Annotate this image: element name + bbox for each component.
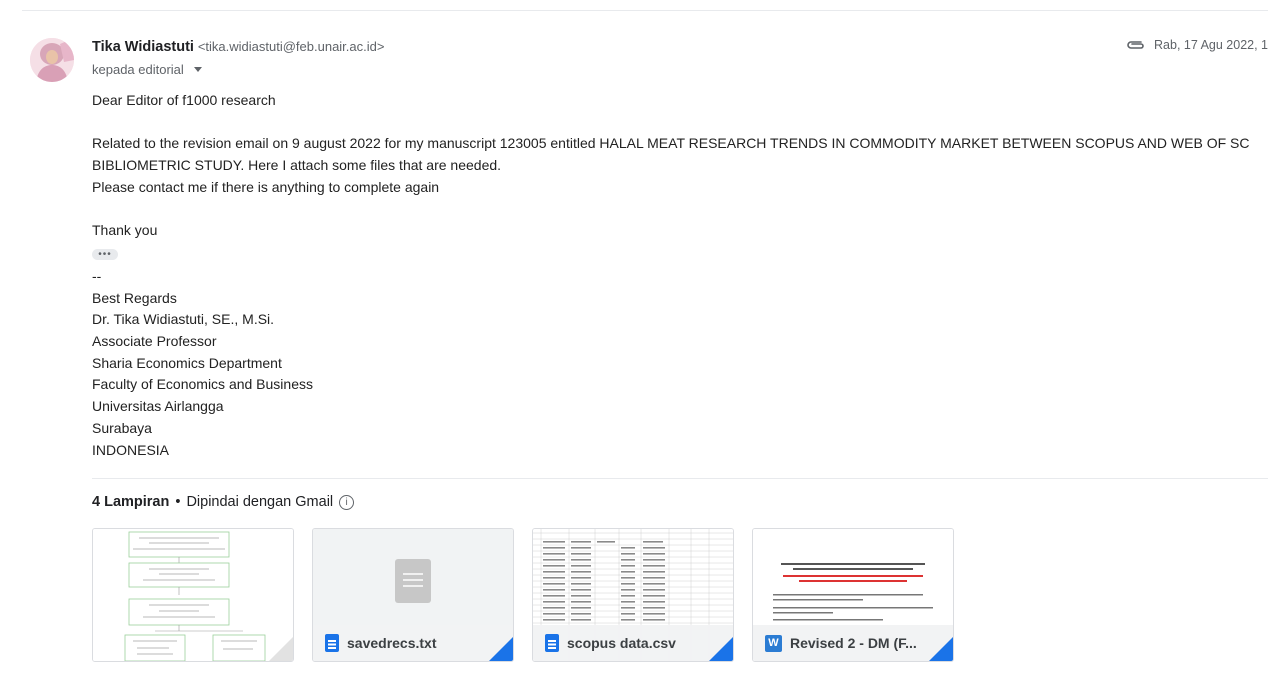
signature-line: Associate Professor [92,333,217,349]
attachment-filename: Revised 2 - DM (F... [790,635,917,651]
signature-line: Faculty of Economics and Business [92,376,313,393]
corner-fold [709,637,733,661]
info-icon[interactable]: i [339,494,355,510]
attachments-header: 4 Lampiran • Dipindai dengan Gmail i [92,494,355,510]
attachment-card[interactable]: W Revised 2 - DM (F... [752,528,954,662]
signature-line: Surabaya [92,419,152,436]
corner-fold [929,637,953,661]
body-line-3: Please contact me if there is anything t… [92,178,440,195]
attachment-filename: savedrecs.txt [347,635,437,651]
signature-line: INDONESIA [92,441,170,458]
attachment-label: W Revised 2 - DM (F... [753,625,953,661]
date-area: Rab, 17 Agu 2022, 1 [1126,38,1268,52]
attachment-card[interactable]: scopus data.csv [532,528,734,662]
greeting: Dear Editor of f1000 research [92,92,276,108]
signature-dash: -- [92,267,102,284]
signature-line: Dr. Tika Widiastuti, SE., M.Si. [92,311,275,328]
attachment-label: savedrecs.txt [313,625,513,661]
sender-line: Tika Widiastuti <tika.widiastuti@feb.una… [92,38,384,55]
attachments-divider [92,478,1268,479]
recipient-label: kepada editorial [92,62,184,77]
scanned-label: Dipindai dengan Gmail [186,494,334,510]
google-doc-icon [545,634,559,652]
chevron-down-icon[interactable] [193,67,202,72]
word-icon: W [765,634,782,652]
attachment-label: scopus data.csv [533,625,733,661]
attachment-count: 4 Lampiran [92,494,170,510]
top-divider [22,10,1268,11]
sender-email: <tika.widiastuti@feb.unair.ac.id> [197,39,385,54]
recipient-line[interactable]: kepada editorial [92,62,202,77]
show-trimmed-button[interactable]: ••• [92,248,118,260]
signature-line: Best Regards [92,289,177,306]
corner-fold [269,637,293,661]
separator-bullet: • [175,494,181,510]
attachment-card[interactable]: savedrecs.txt [312,528,514,662]
attachments-list: savedrecs.txt scopus data.csv W Revised … [92,528,954,662]
signature-line: Sharia Economics Department [92,354,282,371]
corner-fold [489,637,513,661]
body-line-2: BIBLIOMETRIC STUDY. Here I attach some f… [92,157,502,174]
message-date: Rab, 17 Agu 2022, 1 [1154,38,1268,52]
attachment-card[interactable] [92,528,294,662]
google-doc-icon [325,634,339,652]
attachment-filename: scopus data.csv [567,635,676,651]
document-icon [395,559,431,603]
message-body: Dear Editor of f1000 research Related to… [92,90,1268,461]
body-line-1: Related to the revision email on 9 augus… [92,135,1250,152]
thanks: Thank you [92,222,158,239]
flowchart-thumbnail [93,529,293,661]
sender-name[interactable]: Tika Widiastuti [92,39,194,55]
paperclip-icon [1127,41,1144,49]
sender-avatar[interactable] [30,38,74,82]
signature-line: Universitas Airlangga [92,398,224,415]
